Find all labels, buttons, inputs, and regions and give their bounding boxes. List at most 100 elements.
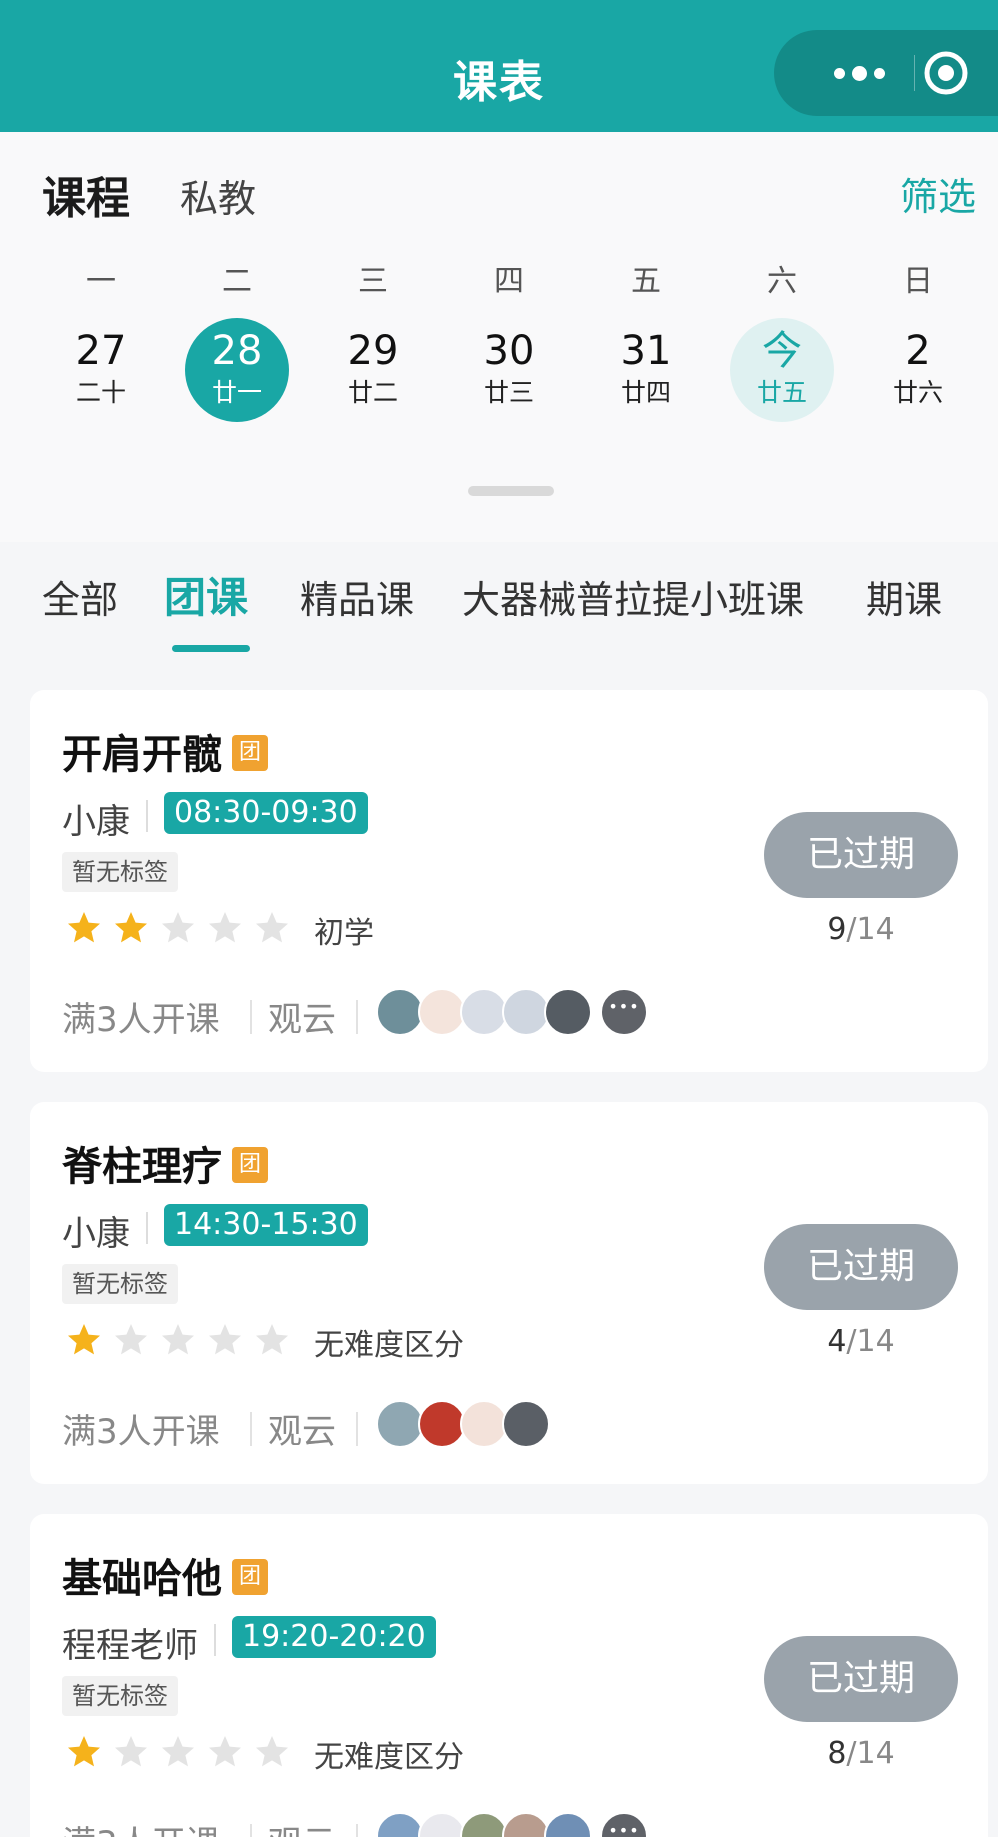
coach-name[interactable]: 程程老师: [62, 1618, 198, 1667]
divider: [356, 1000, 358, 1034]
divider: [146, 800, 148, 832]
calendar-day[interactable]: 四 30 廿三: [441, 262, 577, 422]
course-name: 开肩开髋: [62, 732, 222, 778]
close-target-icon[interactable]: [922, 49, 970, 97]
drag-handle[interactable]: [468, 486, 554, 496]
capacity: /14: [846, 1736, 895, 1771]
min-people-label: 满3人开课: [62, 1000, 220, 1040]
star-filled-icon: [68, 1324, 100, 1355]
divider: [356, 1824, 358, 1837]
star-empty-icon: [209, 1736, 241, 1767]
divider: [146, 1212, 148, 1244]
course-title: 开肩开髋团: [62, 722, 268, 780]
member-avatar: [544, 988, 592, 1036]
tab-course[interactable]: 课程: [42, 162, 130, 226]
day-number: 2: [905, 328, 931, 374]
divider: [250, 1412, 252, 1446]
booking-count: 9/14: [764, 912, 958, 947]
course-tag: 暂无标签: [62, 852, 178, 892]
location-label: 观云: [268, 1816, 336, 1837]
star-empty-icon: [256, 1736, 288, 1767]
star-empty-icon: [115, 1324, 147, 1355]
lunar-date: 廿四: [620, 378, 671, 407]
member-avatar: [418, 1812, 466, 1837]
difficulty-stars: [66, 1734, 290, 1776]
tab-group-class[interactable]: 团课: [164, 568, 248, 628]
mini-program-capsule: [774, 30, 998, 116]
star-filled-icon: [68, 912, 100, 943]
tab-all[interactable]: 全部: [42, 570, 118, 630]
calendar-day[interactable]: 五 31 廿四: [578, 262, 714, 422]
more-menu-icon[interactable]: [804, 52, 914, 94]
course-card[interactable]: 基础哈他团程程老师 19:20-20:20 暂无标签无难度区分满3人开课 观云 已过期 8…: [30, 1514, 988, 1837]
booked-count: 4: [827, 1324, 847, 1359]
calendar-day[interactable]: 六今廿五: [714, 262, 850, 422]
star-empty-icon: [162, 1736, 194, 1767]
star-empty-icon: [162, 1324, 194, 1355]
day-number: 今: [762, 328, 802, 374]
tab-pilates-small-class[interactable]: 大器械普拉提小班课: [462, 570, 804, 630]
weekday-label: 三: [358, 264, 388, 299]
weekday-label: 二: [222, 264, 252, 299]
calendar-day[interactable]: 二 28 廿一: [169, 262, 305, 422]
member-avatar: [460, 988, 508, 1036]
divider: [214, 1624, 216, 1656]
expired-status-button[interactable]: 已过期: [764, 812, 958, 898]
divider: [250, 1824, 252, 1837]
capacity: /14: [846, 912, 895, 947]
calendar-day[interactable]: 三 29 廿二: [305, 262, 441, 422]
more-members-icon[interactable]: [600, 1812, 648, 1837]
expired-status-button[interactable]: 已过期: [764, 1224, 958, 1310]
weekday-label: 一: [86, 264, 116, 299]
member-avatars[interactable]: [376, 1400, 550, 1450]
calendar-day[interactable]: 一 27 二十: [33, 262, 169, 422]
difficulty-stars: [66, 910, 290, 952]
divider: [356, 1412, 358, 1446]
member-avatar: [418, 1400, 466, 1448]
weekday-label: 日: [903, 264, 933, 299]
member-avatars[interactable]: [376, 1812, 648, 1837]
tab-private[interactable]: 私教: [180, 168, 256, 223]
calendar-day[interactable]: 日 2 廿六: [850, 262, 986, 422]
star-empty-icon: [209, 912, 241, 943]
star-filled-icon: [115, 912, 147, 943]
booking-count: 4/14: [764, 1324, 958, 1359]
difficulty-label: 初学: [314, 916, 374, 951]
lunar-date: 廿五: [756, 378, 807, 407]
star-empty-icon: [256, 912, 288, 943]
time-badge: 08:30-09:30: [164, 792, 368, 834]
member-avatar: [460, 1812, 508, 1837]
tab-premium-class[interactable]: 精品课: [300, 570, 414, 630]
difficulty-stars: [66, 1322, 290, 1364]
star-filled-icon: [68, 1736, 100, 1767]
member-avatar: [376, 1400, 424, 1448]
difficulty-label: 无难度区分: [314, 1740, 464, 1775]
star-empty-icon: [209, 1324, 241, 1355]
filter-button[interactable]: 筛选: [900, 166, 976, 221]
member-avatar: [502, 988, 550, 1036]
expired-status-button[interactable]: 已过期: [764, 1636, 958, 1722]
tab-term-class[interactable]: 期课: [866, 570, 942, 630]
coach-name[interactable]: 小康: [62, 794, 130, 843]
member-avatars[interactable]: [376, 988, 648, 1038]
course-card[interactable]: 脊柱理疗团小康 14:30-15:30 暂无标签 无难度区分 满3人开课 观云 已过期 4/1…: [30, 1102, 988, 1484]
member-avatar: [502, 1400, 550, 1448]
course-card[interactable]: 开肩开髋团小康 08:30-09:30 暂无标签初学满3人开课 观云 已过期 9/14: [30, 690, 988, 1072]
time-badge: 14:30-15:30: [164, 1204, 368, 1246]
more-members-icon[interactable]: [600, 988, 648, 1036]
course-name: 脊柱理疗: [62, 1144, 222, 1190]
location-label: 观云: [268, 1000, 336, 1040]
member-avatar: [376, 1812, 424, 1837]
divider: [250, 1000, 252, 1034]
coach-name[interactable]: 小康: [62, 1206, 130, 1255]
group-class-badge: 团: [232, 1147, 268, 1183]
active-tab-indicator: [172, 645, 250, 652]
member-avatar: [460, 1400, 508, 1448]
booking-count: 8/14: [764, 1736, 958, 1771]
location-label: 观云: [268, 1412, 336, 1452]
lunar-date: 廿三: [483, 378, 534, 407]
member-avatar: [544, 1812, 592, 1837]
weekday-label: 六: [767, 264, 797, 299]
group-class-badge: 团: [232, 735, 268, 771]
lunar-date: 廿一: [211, 378, 262, 407]
